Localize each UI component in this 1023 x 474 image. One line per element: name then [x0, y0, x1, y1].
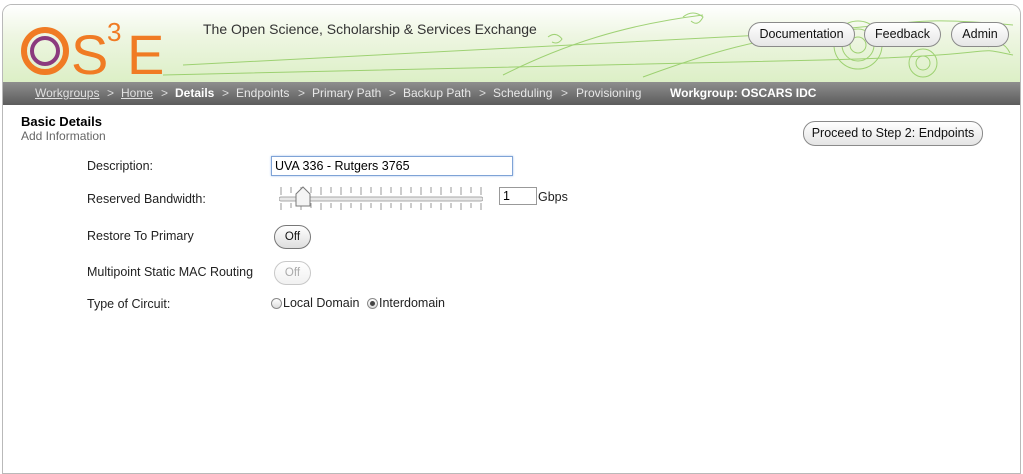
svg-text:E: E	[127, 23, 164, 81]
description-input[interactable]	[271, 156, 513, 176]
bandwidth-input[interactable]	[499, 187, 537, 205]
breadcrumb-separator: >	[389, 86, 397, 100]
workgroup-label: Workgroup: OSCARS IDC	[670, 86, 817, 100]
restore-to-primary-toggle[interactable]: Off	[274, 225, 311, 249]
multipoint-mac-label: Multipoint Static MAC Routing	[87, 265, 254, 279]
nav-step-endpoints: Endpoints	[236, 86, 290, 100]
breadcrumb-separator: >	[298, 86, 306, 100]
multipoint-mac-toggle[interactable]: Off	[274, 261, 311, 285]
proceed-step2-button[interactable]: Proceed to Step 2: Endpoints	[803, 121, 983, 146]
description-label: Description:	[87, 159, 153, 173]
nav-step-primary-path: Primary Path	[312, 86, 382, 100]
tagline: The Open Science, Scholarship & Services…	[203, 21, 537, 37]
circuit-type-label: Type of Circuit:	[87, 297, 171, 311]
bandwidth-unit: Gbps	[538, 190, 568, 204]
bandwidth-label: Reserved Bandwidth:	[87, 192, 206, 206]
breadcrumb: Workgroups > Home > Details > Endpoints …	[3, 82, 1020, 105]
interdomain-radio[interactable]	[367, 297, 378, 309]
app-frame: S 3 E The Open Science, Scholarship & Se…	[2, 4, 1021, 474]
restore-to-primary-label: Restore To Primary	[87, 229, 194, 243]
breadcrumb-separator: >	[222, 86, 230, 100]
feedback-button[interactable]: Feedback	[864, 22, 941, 47]
section-subtitle: Add Information	[21, 129, 106, 143]
svg-text:3: 3	[107, 17, 121, 47]
local-domain-label: Local Domain	[283, 296, 360, 310]
breadcrumb-separator: >	[107, 86, 115, 100]
local-domain-option[interactable]: Local Domain	[271, 295, 359, 311]
bandwidth-slider[interactable]	[279, 186, 483, 210]
nav-step-backup-path: Backup Path	[403, 86, 472, 100]
documentation-button[interactable]: Documentation	[748, 22, 855, 47]
local-domain-radio[interactable]	[271, 297, 282, 309]
nav-workgroups-link[interactable]: Workgroups	[35, 82, 99, 105]
nav-step-details: Details	[175, 86, 215, 100]
slider-thumb[interactable]	[295, 186, 311, 207]
svg-text:S: S	[71, 23, 108, 81]
breadcrumb-separator: >	[161, 86, 169, 100]
nav-step-provisioning: Provisioning	[576, 86, 642, 100]
admin-button[interactable]: Admin	[951, 22, 1009, 47]
interdomain-option[interactable]: Interdomain	[367, 295, 445, 311]
nav-home-link[interactable]: Home	[121, 82, 153, 105]
breadcrumb-separator: >	[561, 86, 569, 100]
interdomain-label: Interdomain	[379, 296, 446, 310]
os3e-logo: S 3 E	[21, 17, 164, 81]
nav-step-scheduling: Scheduling	[493, 86, 553, 100]
breadcrumb-separator: >	[479, 86, 487, 100]
header-banner: S 3 E The Open Science, Scholarship & Se…	[3, 5, 1020, 82]
section-title: Basic Details	[21, 114, 102, 129]
